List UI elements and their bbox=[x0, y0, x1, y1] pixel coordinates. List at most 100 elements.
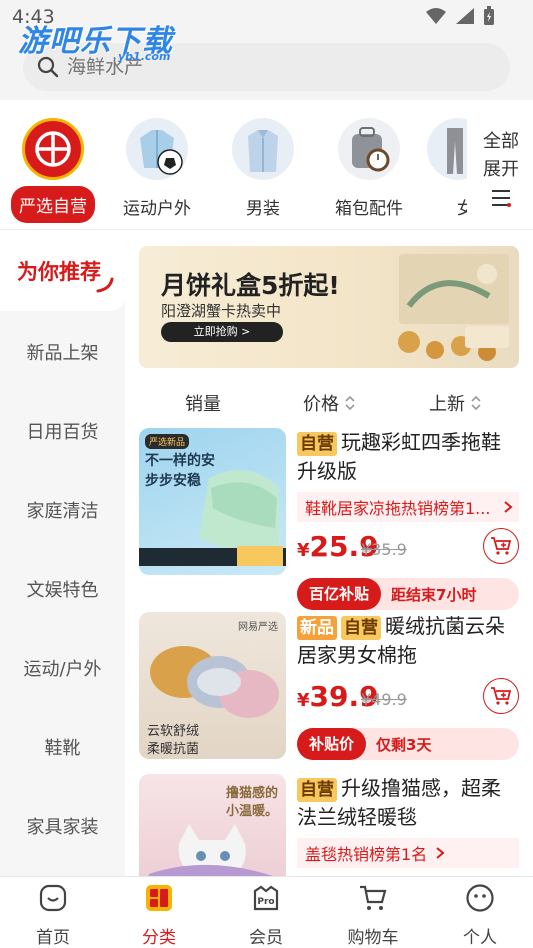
tab-label: 分类 bbox=[142, 928, 176, 948]
leftnav-item[interactable]: 家具家装 bbox=[0, 813, 125, 839]
expand-all-button[interactable]: 全部 展开 bbox=[481, 128, 521, 217]
promo-badge: 补贴价 bbox=[297, 728, 367, 760]
sort-bar: 销量 价格 上新 bbox=[139, 386, 519, 416]
sort-sales[interactable]: 销量 bbox=[185, 390, 221, 416]
cart-icon bbox=[491, 687, 512, 705]
category-sports[interactable]: 运动户外 bbox=[109, 118, 205, 219]
watermark-domain: yb1.com bbox=[118, 50, 171, 63]
tab-label: 首页 bbox=[36, 928, 70, 948]
home-icon bbox=[39, 884, 67, 912]
leftnav-active-item[interactable]: 为你推荐 bbox=[0, 231, 125, 311]
sports-jacket-ball-icon bbox=[126, 118, 188, 180]
banner-buy-button[interactable]: 立即抢购 > bbox=[161, 322, 283, 342]
status-icons bbox=[425, 6, 495, 26]
leftnav-item[interactable]: 日用百货 bbox=[0, 418, 125, 444]
bottom-tab-bar: 首页 分类 Pro 会员 购物车 个人 bbox=[0, 876, 533, 948]
leftnav-item[interactable]: 鞋靴 bbox=[0, 734, 125, 760]
left-category-nav: 为你推荐 新品上架 日用百货 家庭清洁 文娱特色 运动/户外 鞋靴 家具家装 bbox=[0, 231, 125, 876]
rank-text: 鞋靴居家凉拖热销榜第1... bbox=[305, 499, 491, 518]
tab-label: 个人 bbox=[463, 928, 497, 948]
leftnav-item[interactable]: 新品上架 bbox=[0, 339, 125, 365]
sort-arrows-icon bbox=[345, 395, 355, 411]
battery-icon bbox=[484, 6, 494, 25]
rank-text: 盖毯热销榜第1名 bbox=[305, 845, 428, 864]
tab-label: 购物车 bbox=[347, 928, 399, 948]
tab-home[interactable]: 首页 bbox=[5, 883, 101, 948]
product-image[interactable]: 网易严选 云软舒绒 柔暖抗菌 bbox=[139, 612, 286, 759]
category-men[interactable]: 男装 bbox=[215, 118, 311, 219]
product-info: 新品 自营 暖绒抗菌云朵居家男女棉拖 ¥39.9 ¥49.9 补贴价 仅剩3天 bbox=[297, 612, 519, 760]
add-to-cart-button[interactable] bbox=[483, 528, 519, 564]
signal-icon bbox=[456, 8, 474, 24]
add-to-cart-button[interactable] bbox=[483, 678, 519, 714]
original-price: ¥35.9 bbox=[361, 540, 407, 559]
menu-lines-icon bbox=[492, 190, 511, 207]
promo-countdown: 仅剩3天 bbox=[376, 735, 432, 754]
tag-self-operated: 自营 bbox=[297, 432, 337, 456]
category-label: 严选自营 bbox=[11, 186, 95, 223]
tag-self-operated: 自营 bbox=[297, 778, 337, 802]
expand-line-2: 展开 bbox=[483, 159, 519, 180]
product-image[interactable]: 撸猫感的 小温暖。 bbox=[139, 774, 286, 876]
promo-badge: 百亿补贴 bbox=[297, 578, 382, 610]
category-bags[interactable]: 箱包配件 bbox=[321, 118, 417, 219]
product-card[interactable]: 撸猫感的 小温暖。 自营 升级撸猫感，超柔法兰绒轻暖毯 盖毯热销榜第1名 bbox=[139, 774, 519, 876]
tab-profile[interactable]: 个人 bbox=[432, 883, 528, 948]
original-price: ¥49.9 bbox=[361, 690, 407, 709]
promo-banner[interactable]: 月饼礼盒5折起! 阳澄湖蟹卡热卖中 立即抢购 > bbox=[139, 246, 519, 368]
tab-member[interactable]: Pro 会员 bbox=[218, 883, 314, 948]
cat-blanket-image bbox=[148, 824, 273, 876]
sort-price-label: 价格 bbox=[303, 394, 339, 415]
category-strip: 严选自营 运动户外 男装 箱包配件 女 bbox=[0, 100, 533, 230]
category-grid-icon bbox=[146, 885, 172, 911]
wifi-icon bbox=[426, 8, 446, 24]
price-row: ¥25.9 ¥35.9 bbox=[297, 528, 519, 568]
rank-link[interactable]: 盖毯热销榜第1名 bbox=[297, 838, 519, 868]
chevron-right-icon bbox=[436, 847, 445, 859]
slipper-image bbox=[139, 470, 286, 566]
leftnav-title: 为你推荐 bbox=[17, 260, 101, 284]
tag-new: 新品 bbox=[297, 616, 337, 640]
cart-icon bbox=[360, 885, 387, 910]
product-image-text: 柔暖抗菌 bbox=[147, 742, 200, 757]
expand-line-1: 全部 bbox=[483, 131, 519, 152]
category-label: 男装 bbox=[246, 199, 280, 219]
promo-bar: 百亿补贴 距结束7小时 bbox=[297, 578, 519, 610]
tab-label: 会员 bbox=[249, 928, 283, 948]
mooncake-giftbox-image bbox=[398, 254, 509, 361]
product-image[interactable]: 严选新品 不一样的安心 步步安稳 bbox=[139, 428, 286, 575]
category-label: 女 bbox=[457, 199, 467, 219]
tab-cart[interactable]: 购物车 bbox=[325, 883, 421, 948]
svg-text:Pro: Pro bbox=[257, 897, 274, 907]
leftnav-item[interactable]: 运动/户外 bbox=[0, 655, 125, 681]
shirt-icon bbox=[232, 118, 294, 180]
sort-price[interactable]: 价格 bbox=[303, 390, 357, 416]
profile-face-icon bbox=[466, 884, 494, 912]
price-row: ¥39.9 ¥49.9 bbox=[297, 678, 519, 718]
leftnav-item[interactable]: 文娱特色 bbox=[0, 576, 125, 602]
top-bar: 4:43 游吧乐下载 yb1.com bbox=[0, 0, 533, 100]
cart-icon bbox=[491, 537, 512, 555]
sort-arrows-icon bbox=[471, 395, 481, 411]
product-title: 自营 升级撸猫感，超柔法兰绒轻暖毯 bbox=[297, 774, 519, 832]
product-title: 新品 自营 暖绒抗菌云朵居家男女棉拖 bbox=[297, 612, 519, 670]
product-card[interactable]: 网易严选 云软舒绒 柔暖抗菌 新品 自营 暖绒抗菌云朵居家男女棉拖 ¥39.9 ¥4… bbox=[139, 612, 519, 762]
tab-category[interactable]: 分类 bbox=[111, 883, 207, 948]
sort-new-label: 上新 bbox=[429, 394, 465, 415]
category-yanxuan[interactable]: 严选自营 bbox=[5, 118, 101, 223]
category-women[interactable]: 女 bbox=[427, 118, 467, 219]
sort-new[interactable]: 上新 bbox=[429, 390, 483, 416]
category-label: 运动户外 bbox=[123, 199, 191, 219]
pants-icon bbox=[427, 118, 467, 180]
product-card[interactable]: 严选新品 不一样的安心 步步安稳 自营玩趣彩虹四季拖鞋升级版 鞋靴居家凉拖热销榜… bbox=[139, 428, 519, 610]
rank-link[interactable]: 鞋靴居家凉拖热销榜第1... bbox=[297, 492, 519, 522]
category-label: 箱包配件 bbox=[335, 199, 403, 219]
app-screen: 4:43 游吧乐下载 yb1.com 严选自营 bbox=[0, 0, 533, 948]
product-info: 自营 玩趣彩虹四季拖鞋升级版 鞋靴居家凉拖热销榜第1... ¥25.9 ¥35.9… bbox=[297, 428, 519, 610]
tag-self-operated: 自营 bbox=[341, 616, 381, 640]
member-pro-icon: Pro bbox=[253, 885, 279, 911]
leftnav-item[interactable]: 家庭清洁 bbox=[0, 497, 125, 523]
banner-subtitle: 阳澄湖蟹卡热卖中 bbox=[161, 302, 282, 320]
product-title: 自营 玩趣彩虹四季拖鞋升级版 bbox=[297, 428, 519, 486]
underline-swoosh-icon bbox=[96, 277, 114, 293]
